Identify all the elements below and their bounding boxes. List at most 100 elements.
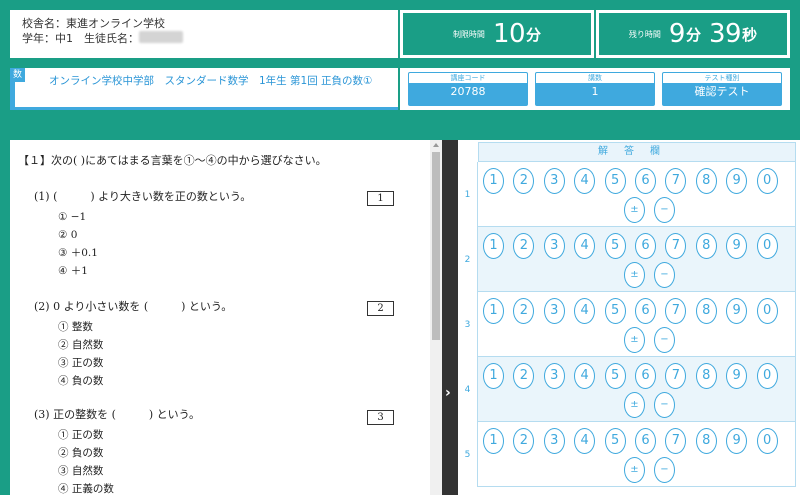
answer-bubble-3[interactable]: 3	[543, 168, 565, 194]
subject-badge: 数	[10, 68, 25, 82]
question-option: ② 自然数	[58, 339, 104, 351]
question-option: ④ 負の数	[58, 375, 104, 387]
answer-bubble-6[interactable]: 6	[635, 298, 656, 324]
course-underline	[15, 107, 398, 110]
answer-bubble-minus[interactable]: −	[654, 327, 675, 353]
answer-bubble-3[interactable]: 3	[543, 233, 565, 259]
answer-bubble-5[interactable]: 5	[604, 298, 626, 324]
answer-bubble-9[interactable]: 9	[726, 233, 748, 259]
answer-bubble-plusminus[interactable]: ±	[624, 392, 645, 418]
answer-bubble-1[interactable]: 1	[483, 168, 504, 194]
answer-bubble-2[interactable]: 2	[513, 428, 535, 454]
answer-bubble-5[interactable]: 5	[604, 233, 626, 259]
time-limit-unit: 分	[526, 25, 542, 44]
question-stem: (2) 0 より小さい数を ( ) という。	[34, 300, 233, 313]
lesson-number-field: 講数 1	[535, 72, 655, 106]
answer-bubble-6[interactable]: 6	[635, 428, 656, 454]
answer-number-box: 1	[367, 191, 394, 206]
question-option: ② 0	[58, 229, 78, 241]
answer-bubble-7[interactable]: 7	[665, 298, 687, 324]
time-remaining-box: 残り時間 9 分 39 秒	[596, 10, 790, 58]
answer-bubble-3[interactable]: 3	[543, 363, 565, 389]
remaining-minutes-unit: 分	[685, 25, 701, 44]
test-type-label: テスト種別	[704, 74, 740, 82]
time-limit-label: 制限時間	[452, 29, 485, 39]
answer-bubble-9[interactable]: 9	[726, 168, 748, 194]
answer-bubble-6[interactable]: 6	[635, 363, 656, 389]
answer-bubble-1[interactable]: 1	[483, 298, 504, 324]
answer-bubble-4[interactable]: 4	[574, 168, 596, 194]
answer-bubble-0[interactable]: 0	[756, 298, 778, 324]
answer-row: 2 1 2 3 4 5 6 7 8 9 0 ± −	[458, 227, 796, 292]
answer-bubble-9[interactable]: 9	[726, 428, 748, 454]
answer-bubble-1[interactable]: 1	[483, 428, 504, 454]
answer-bubble-plusminus[interactable]: ±	[624, 457, 645, 483]
answer-row-number: 5	[458, 422, 478, 487]
answer-bubble-7[interactable]: 7	[665, 363, 687, 389]
answer-bubble-7[interactable]: 7	[665, 168, 687, 194]
question-item-1: (1) ( ) より大きい数を正の数という。 ① −1 ② 0 ③ ＋0.1 ④…	[34, 186, 251, 280]
answer-bubble-8[interactable]: 8	[695, 363, 717, 389]
answer-row: 5 1 2 3 4 5 6 7 8 9 0 ± −	[458, 422, 796, 487]
answer-bubble-6[interactable]: 6	[635, 168, 656, 194]
answer-choices-cell: 1 2 3 4 5 6 7 8 9 0 ± −	[478, 357, 796, 422]
answer-bubble-2[interactable]: 2	[513, 168, 535, 194]
answer-choices-cell: 1 2 3 4 5 6 7 8 9 0 ± −	[478, 292, 796, 357]
answer-bubble-0[interactable]: 0	[756, 363, 778, 389]
answer-bubble-5[interactable]: 5	[604, 363, 626, 389]
answer-bubble-7[interactable]: 7	[665, 233, 687, 259]
answer-bubble-minus[interactable]: −	[654, 392, 675, 418]
answer-bubble-8[interactable]: 8	[695, 428, 717, 454]
answer-bubble-4[interactable]: 4	[574, 363, 596, 389]
answer-bubble-minus[interactable]: −	[654, 457, 675, 483]
answer-bubble-4[interactable]: 4	[574, 428, 596, 454]
answer-bubble-2[interactable]: 2	[513, 363, 535, 389]
answer-bubble-plusminus[interactable]: ±	[624, 262, 645, 288]
answer-bubble-9[interactable]: 9	[726, 363, 748, 389]
answer-bubble-3[interactable]: 3	[543, 298, 565, 324]
answer-sheet: 解答欄 1 1 2 3 4 5 6 7 8 9 0 ± −2 1 2 3 4 5 6 7 8 9 0 ± −3 1 2 3 4 5 6 7 8 9…	[458, 140, 800, 495]
student-line: 学年：中1 生徒氏名：	[22, 31, 386, 46]
course-code-label: 講座コード	[450, 74, 486, 82]
answer-bubble-0[interactable]: 0	[756, 428, 778, 454]
answer-bubble-9[interactable]: 9	[726, 298, 748, 324]
question-item-2: (2) 0 より小さい数を ( ) という。 ① 整数 ② 自然数 ③ 正の数 …	[34, 296, 232, 390]
question-scrollbar[interactable]	[430, 140, 442, 495]
answer-bubble-5[interactable]: 5	[604, 168, 626, 194]
question-item-3: (3) 正の整数を ( ) という。 ① 正の数 ② 負の数 ③ 自然数 ④ 正…	[34, 404, 200, 495]
answer-bubble-minus[interactable]: −	[654, 197, 675, 223]
question-option: ① 整数	[58, 321, 93, 333]
remaining-seconds-unit: 秒	[742, 25, 758, 44]
answer-bubble-1[interactable]: 1	[483, 363, 504, 389]
answer-bubble-0[interactable]: 0	[756, 233, 778, 259]
course-code-value: 20788	[409, 83, 527, 105]
answer-bubble-2[interactable]: 2	[513, 298, 535, 324]
answer-bubble-2[interactable]: 2	[513, 233, 535, 259]
answer-bubble-plusminus[interactable]: ±	[624, 327, 645, 353]
answer-bubble-0[interactable]: 0	[756, 168, 778, 194]
answer-bubble-8[interactable]: 8	[695, 168, 717, 194]
answer-bubble-1[interactable]: 1	[483, 233, 504, 259]
pane-divider[interactable]: ›	[442, 140, 458, 495]
answer-bubble-8[interactable]: 8	[695, 233, 717, 259]
answer-bubble-minus[interactable]: −	[654, 262, 675, 288]
time-remaining-label: 残り時間	[628, 29, 661, 39]
chevron-right-icon[interactable]: ›	[445, 385, 451, 401]
answer-bubble-3[interactable]: 3	[543, 428, 565, 454]
answer-bubble-5[interactable]: 5	[604, 428, 626, 454]
scroll-up-arrow-icon[interactable]	[433, 143, 439, 147]
answer-sheet-header: 解答欄	[478, 142, 796, 162]
answer-bubble-4[interactable]: 4	[574, 298, 596, 324]
question-option: ③ 自然数	[58, 465, 104, 477]
school-name: 校舎名：東進オンライン学校	[22, 17, 165, 30]
test-meta-panel: 講座コード 20788 講数 1 テスト種別 確認テスト	[400, 68, 790, 110]
answer-bubble-6[interactable]: 6	[635, 233, 656, 259]
answer-row: 3 1 2 3 4 5 6 7 8 9 0 ± −	[458, 292, 796, 357]
question-option: ③ ＋0.1	[58, 247, 98, 259]
test-type-value: 確認テスト	[663, 83, 781, 105]
answer-bubble-7[interactable]: 7	[665, 428, 687, 454]
scrollbar-thumb[interactable]	[432, 152, 440, 340]
answer-bubble-plusminus[interactable]: ±	[624, 197, 645, 223]
answer-bubble-4[interactable]: 4	[574, 233, 596, 259]
answer-bubble-8[interactable]: 8	[695, 298, 717, 324]
